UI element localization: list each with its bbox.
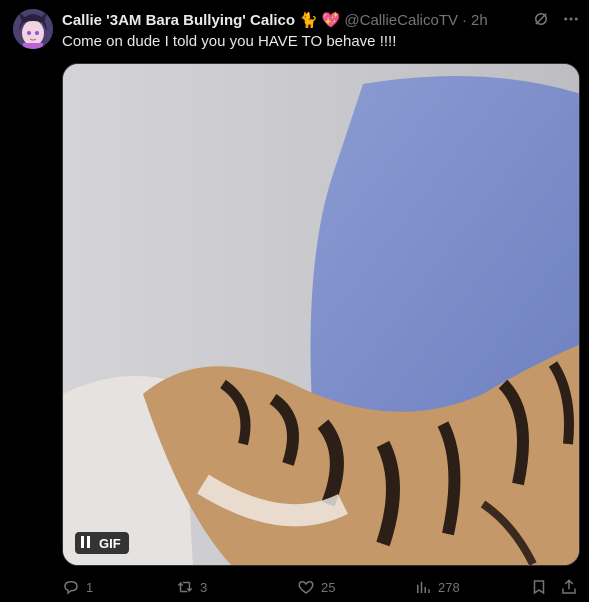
separator-dot: · (462, 11, 467, 29)
bookmark-icon (533, 580, 545, 595)
share-button[interactable] (560, 578, 578, 596)
grok-icon[interactable] (531, 9, 551, 29)
timestamp[interactable]: 2h (471, 12, 488, 29)
avatar[interactable] (13, 9, 53, 49)
cat-emoji: 🐈 (299, 11, 318, 29)
retweet-icon (177, 581, 193, 593)
gif-frame-image (63, 64, 579, 565)
heart-emoji: 💖 (321, 11, 341, 29)
share-icon (562, 579, 576, 594)
tweet-text: Come on dude I told you you HAVE TO beha… (62, 33, 397, 50)
like-count: 25 (321, 579, 336, 595)
analytics-icon (417, 581, 430, 593)
action-bar: 1 3 25 278 (62, 578, 582, 598)
gif-badge[interactable]: GIF (75, 532, 129, 554)
view-count: 278 (438, 579, 460, 595)
reply-icon (64, 580, 78, 595)
gif-label: GIF (99, 535, 121, 551)
like-button[interactable]: 25 (297, 578, 335, 596)
more-options-icon[interactable] (561, 9, 581, 29)
pause-icon[interactable] (81, 535, 91, 551)
heart-icon (298, 580, 314, 594)
retweet-button[interactable]: 3 (176, 578, 207, 596)
avatar-image (13, 9, 53, 49)
retweet-count: 3 (200, 579, 208, 595)
views-button[interactable]: 278 (414, 578, 460, 596)
gif-media[interactable]: GIF (62, 63, 580, 566)
reply-count: 1 (86, 579, 94, 595)
user-handle[interactable]: @CallieCalicoTV (344, 12, 458, 29)
reply-button[interactable]: 1 (62, 578, 93, 596)
top-icons (531, 9, 581, 29)
tweet-header: Callie '3AM Bara Bullying' Calico 🐈 💖 @C… (62, 10, 488, 30)
bookmark-button[interactable] (530, 578, 548, 596)
display-name[interactable]: Callie '3AM Bara Bullying' Calico (62, 12, 295, 29)
